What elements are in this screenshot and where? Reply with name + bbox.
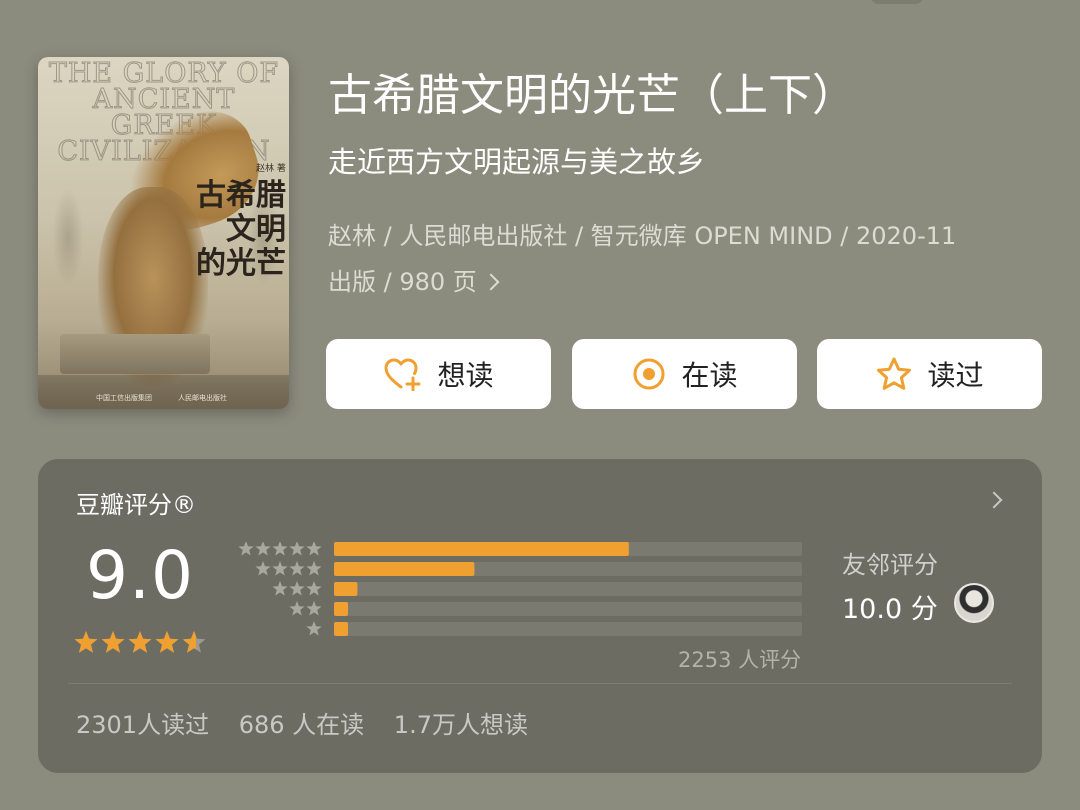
- book-meta[interactable]: 赵林 / 人民邮电出版社 / 智元微库 OPEN MIND / 2020-11 …: [328, 213, 1048, 305]
- distribution-star-marker: [272, 581, 288, 596]
- cover-publisher-left: 中国工信出版集团: [96, 394, 152, 402]
- rating-card[interactable]: 豆瓣评分® 9.0 2253 人评分 友邻评分 10.0 分 2301人读过 6…: [38, 459, 1042, 773]
- distribution-bar: [334, 622, 349, 636]
- top-handle: [870, 0, 924, 4]
- rating-distribution: [238, 542, 802, 636]
- rating-star-filled: [128, 631, 152, 653]
- distribution-star-marker: [289, 542, 305, 556]
- want-read-button[interactable]: 想读: [326, 339, 551, 409]
- cover-publisher-right: 人民邮电出版社: [178, 394, 227, 402]
- chevron-right-icon: [482, 273, 500, 291]
- distribution-star-marker: [306, 581, 322, 596]
- cover-author: 赵林 著: [256, 164, 286, 174]
- distribution-star-marker: [255, 542, 271, 556]
- rating-star-filled: [74, 631, 98, 653]
- distribution-bar: [334, 542, 629, 556]
- cover-chinese-title: 古希腊 文明 的光芒: [174, 179, 286, 281]
- reader-stats: 2301人读过 686 人在读 1.7万人想读: [76, 705, 550, 740]
- distribution-bar: [334, 582, 358, 596]
- distribution-star-marker: [272, 561, 288, 576]
- rating-star-filled: [101, 631, 125, 653]
- distribution-bar: [334, 602, 349, 616]
- friend-avatar[interactable]: [954, 583, 994, 623]
- reading-button[interactable]: 在读: [572, 339, 797, 409]
- reading-count[interactable]: 686 人在读: [239, 711, 364, 739]
- want-count[interactable]: 1.7万人想读: [394, 711, 528, 739]
- reading-label: 在读: [681, 359, 738, 392]
- distribution-star-marker: [238, 542, 254, 556]
- book-cover[interactable]: THE GLORY OF ANCIENT GREEK CIVILIZATION …: [38, 57, 289, 409]
- want-read-label: 想读: [437, 359, 494, 392]
- chevron-right-icon[interactable]: [985, 491, 1003, 509]
- distribution-star-marker: [289, 601, 305, 616]
- rating-stars: [74, 631, 206, 653]
- card-divider: [68, 683, 1012, 684]
- heart-plus-icon: [384, 358, 421, 391]
- distribution-star-marker: [306, 542, 322, 556]
- cover-title-line: 古希腊: [196, 178, 286, 213]
- distribution-star-marker: [306, 561, 322, 576]
- rating-score: 9.0: [86, 537, 194, 614]
- have-read-label: 读过: [927, 359, 984, 392]
- cover-title-line: 的光芒: [196, 246, 286, 281]
- read-count[interactable]: 2301人读过: [76, 711, 209, 739]
- friends-rating-label: 友邻评分: [842, 551, 938, 579]
- distribution-bar: [334, 562, 475, 576]
- distribution-track: [334, 582, 802, 596]
- book-subtitle: 走近西方文明起源与美之故乡: [328, 145, 706, 179]
- distribution-star-marker: [289, 561, 305, 576]
- distribution-star-marker: [255, 561, 271, 576]
- target-circle-icon: [633, 358, 665, 390]
- have-read-button[interactable]: 读过: [817, 339, 1042, 409]
- distribution-track: [334, 622, 802, 636]
- distribution-star-marker: [289, 581, 305, 596]
- statue-pedestal-image: [60, 334, 210, 374]
- book-title: 古希腊文明的光芒（上下）: [328, 70, 856, 121]
- distribution-star-marker: [272, 542, 288, 556]
- cover-title-line: 文明: [226, 212, 286, 247]
- star-outline-icon: [877, 357, 912, 390]
- cover-bottom-band: [38, 375, 289, 409]
- rating-star-filled: [155, 631, 179, 653]
- distribution-star-marker: [306, 601, 322, 616]
- book-meta-line2-wrap: 出版 / 980 页: [328, 259, 1048, 305]
- book-meta-line2: 出版 / 980 页: [328, 268, 477, 296]
- rating-card-title: 豆瓣评分®: [76, 491, 196, 519]
- distribution-star-marker: [306, 621, 322, 636]
- friends-rating-score: 10.0 分: [842, 594, 938, 625]
- book-meta-line1: 赵林 / 人民邮电出版社 / 智元微库 OPEN MIND / 2020-11: [328, 222, 957, 250]
- distribution-track: [334, 602, 802, 616]
- rating-count: 2253 人评分: [678, 648, 802, 672]
